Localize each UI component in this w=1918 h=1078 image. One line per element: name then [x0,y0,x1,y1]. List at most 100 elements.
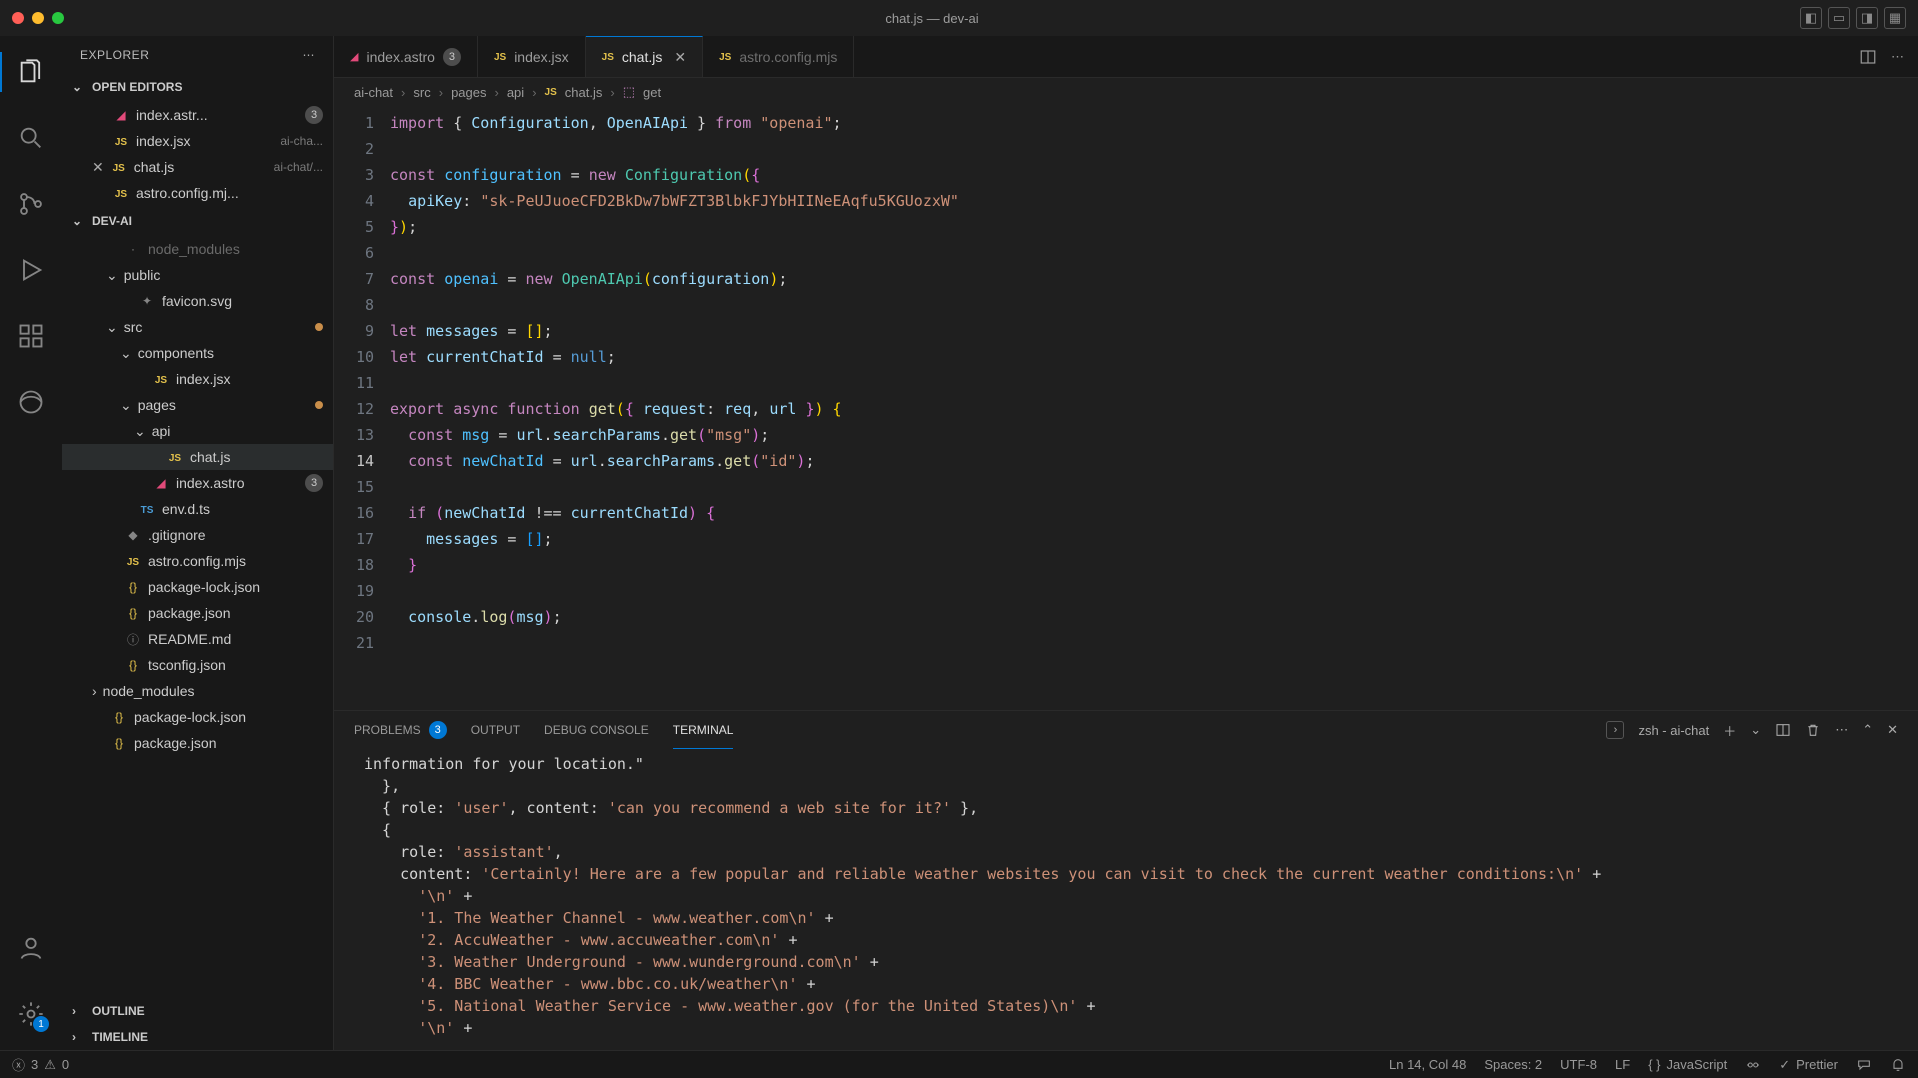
item-name: chat.js [190,449,323,465]
close-tab-icon[interactable]: ✕ [674,49,686,66]
editor-tab[interactable]: ◢index.astro3 [334,36,478,77]
status-bar: ⓧ 3 ⚠ 0 Ln 14, Col 48 Spaces: 2 UTF-8 LF… [0,1050,1918,1078]
status-problems[interactable]: ⓧ 3 ⚠ 0 [12,1055,69,1074]
status-encoding[interactable]: UTF-8 [1560,1057,1597,1072]
crumb[interactable]: src [413,85,430,100]
folder-item[interactable]: ⌄src [62,314,333,340]
file-item[interactable]: TSenv.d.ts [62,496,333,522]
customize-layout-icon[interactable]: ▦ [1884,7,1906,29]
file-item[interactable]: {}package-lock.json [62,574,333,600]
new-terminal-icon[interactable]: ＋ [1723,721,1736,740]
code-editor[interactable]: 123456789101112131415161718192021 import… [334,106,1918,710]
file-item[interactable]: JSindex.jsx [62,366,333,392]
editor-tab[interactable]: JSastro.config.mjs [703,36,854,77]
file-item[interactable]: ⓘREADME.md [62,626,333,652]
code-content[interactable]: import { Configuration, OpenAIApi } from… [390,106,1918,710]
file-item[interactable]: ◢index.astro3 [62,470,333,496]
panel-more-icon[interactable]: ⋯ [1835,722,1848,738]
folder-item[interactable]: ⌄pages [62,392,333,418]
file-item[interactable]: ✦favicon.svg [62,288,333,314]
file-item[interactable]: {}package.json [62,600,333,626]
crumb[interactable]: pages [451,85,486,100]
terminal-output[interactable]: information for your location." }, { rol… [334,749,1918,1050]
favicon-file-icon: ✦ [142,294,152,308]
status-indentation[interactable]: Spaces: 2 [1484,1057,1542,1072]
terminal-profile-icon[interactable]: › [1606,721,1624,739]
toggle-primary-sidebar-icon[interactable]: ◧ [1800,7,1822,29]
status-notifications-icon[interactable] [1890,1057,1906,1073]
file-item[interactable]: ◆.gitignore [62,522,333,548]
editor-tab[interactable]: JSchat.js✕ [586,36,703,77]
maximize-window-button[interactable] [52,12,64,24]
crumb[interactable]: api [507,85,524,100]
json-file-icon: {} [115,736,123,750]
file-item[interactable]: {}package.json [62,730,333,756]
status-prettier[interactable]: ✓ Prettier [1779,1057,1838,1073]
chevron-down-icon: ⌄ [120,345,132,362]
close-editor-icon[interactable]: ✕ [92,159,104,176]
file-item[interactable]: {}tsconfig.json [62,652,333,678]
problems-tab[interactable]: PROBLEMS 3 [354,711,447,749]
outline-section-header[interactable]: › OUTLINE [62,998,333,1024]
open-editor-item[interactable]: JSindex.jsxai-cha... [62,128,333,154]
activity-bar: 1 [0,36,62,1050]
split-terminal-icon[interactable] [1775,722,1791,738]
status-copilot-icon[interactable] [1745,1057,1761,1073]
explorer-activity-icon[interactable] [7,48,55,96]
more-actions-icon[interactable]: ⋯ [1891,49,1904,65]
close-window-button[interactable] [12,12,24,24]
close-panel-icon[interactable]: ✕ [1887,722,1898,738]
open-editors-section-header[interactable]: ⌄ OPEN EDITORS [62,74,333,100]
folder-item[interactable]: ⌄api [62,418,333,444]
minimize-window-button[interactable] [32,12,44,24]
debug-console-tab[interactable]: DEBUG CONSOLE [544,711,649,749]
file-item[interactable]: ·node_modules [62,236,333,262]
output-tab[interactable]: OUTPUT [471,711,520,749]
file-item[interactable]: {}package-lock.json [62,704,333,730]
breadcrumb[interactable]: ai-chat› src› pages› api› JS chat.js› ⬚ … [334,78,1918,106]
file-item[interactable]: JSchat.js [62,444,333,470]
window-controls [12,12,64,24]
json-file-icon: {} [115,710,123,724]
project-label: DEV-AI [92,214,132,228]
edge-tools-activity-icon[interactable] [7,378,55,426]
kill-terminal-icon[interactable] [1805,722,1821,738]
item-name: env.d.ts [162,501,323,517]
crumb[interactable]: chat.js [565,85,603,100]
terminal-dropdown-icon[interactable]: ⌄ [1750,722,1761,738]
folder-item[interactable]: ›node_modules [62,678,333,704]
error-badge: 3 [305,106,323,124]
check-icon: ✓ [1779,1057,1790,1073]
split-editor-icon[interactable] [1859,48,1877,66]
layout-controls: ◧ ▭ ◨ ▦ [1800,7,1906,29]
extensions-activity-icon[interactable] [7,312,55,360]
status-feedback-icon[interactable] [1856,1057,1872,1073]
source-control-activity-icon[interactable] [7,180,55,228]
open-editor-item[interactable]: ◢index.astr...3 [62,102,333,128]
search-activity-icon[interactable] [7,114,55,162]
settings-activity-icon[interactable]: 1 [7,990,55,1038]
status-eol[interactable]: LF [1615,1057,1630,1072]
symbol-method-icon: ⬚ [623,84,635,100]
open-editor-item[interactable]: ✕JSchat.jsai-chat/... [62,154,333,180]
toggle-secondary-sidebar-icon[interactable]: ◨ [1856,7,1878,29]
status-cursor-position[interactable]: Ln 14, Col 48 [1389,1057,1466,1072]
timeline-section-header[interactable]: › TIMELINE [62,1024,333,1050]
project-section-header[interactable]: ⌄ DEV-AI [62,208,333,234]
terminal-shell-label[interactable]: zsh - ai-chat [1638,723,1709,738]
crumb[interactable]: get [643,85,661,100]
editor-tab[interactable]: JSindex.jsx [478,36,586,77]
status-language[interactable]: { } JavaScript [1648,1057,1727,1072]
toggle-panel-icon[interactable]: ▭ [1828,7,1850,29]
run-debug-activity-icon[interactable] [7,246,55,294]
crumb[interactable]: ai-chat [354,85,393,100]
explorer-more-icon[interactable]: ⋯ [303,48,316,62]
file-item[interactable]: JSastro.config.mjs [62,548,333,574]
item-name: node_modules [148,241,323,257]
accounts-activity-icon[interactable] [7,924,55,972]
terminal-tab[interactable]: TERMINAL [673,711,734,749]
maximize-panel-icon[interactable]: ⌃ [1862,722,1873,738]
folder-item[interactable]: ⌄components [62,340,333,366]
folder-item[interactable]: ⌄public [62,262,333,288]
open-editor-item[interactable]: JSastro.config.mj... [62,180,333,206]
